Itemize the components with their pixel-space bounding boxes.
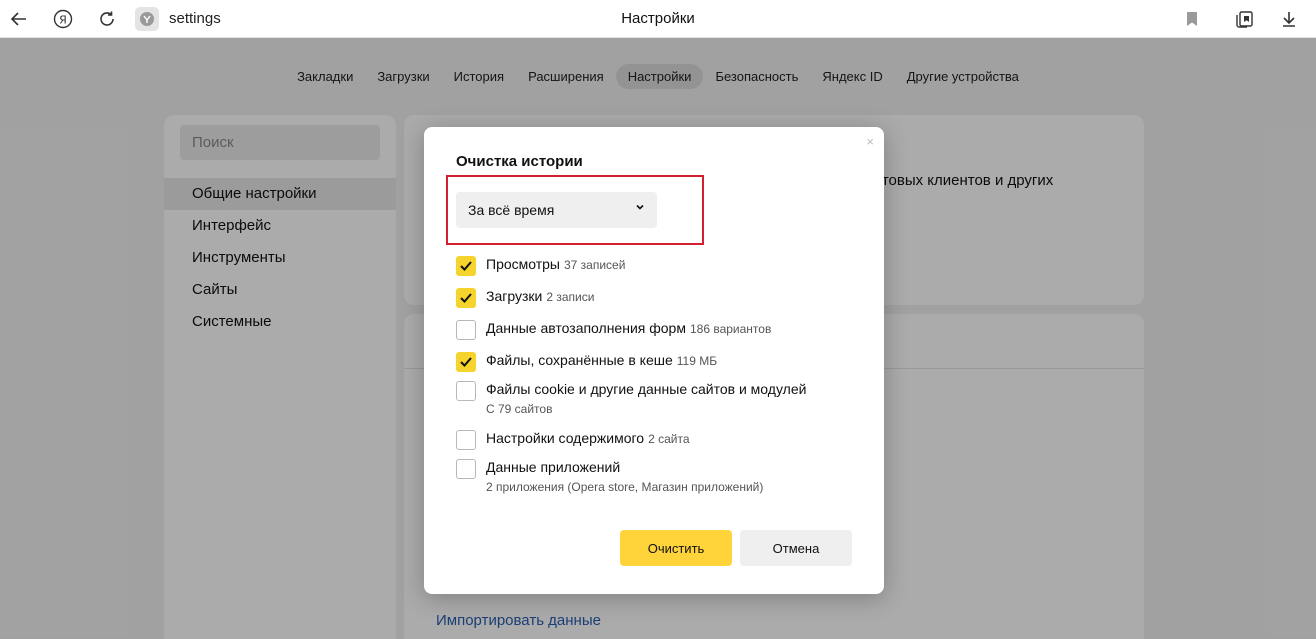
checkbox-cookies[interactable] <box>456 381 476 401</box>
yandex-logo-icon[interactable]: Я <box>49 5 77 33</box>
clear-button[interactable]: Очистить <box>620 530 732 566</box>
svg-text:Я: Я <box>59 14 67 27</box>
option-label: Данные приложений <box>486 459 621 475</box>
option-content-settings[interactable]: Настройки содержимого 2 сайта <box>456 430 690 450</box>
option-label: Файлы cookie и другие данные сайтов и мо… <box>486 381 807 397</box>
option-label: Настройки содержимого <box>486 430 645 446</box>
collections-icon[interactable] <box>1231 5 1259 33</box>
site-identity-icon[interactable] <box>135 7 159 31</box>
option-label: Просмотры <box>486 256 560 272</box>
address-bar-text[interactable]: settings <box>169 10 221 27</box>
browser-toolbar: Я settings Настройки <box>0 0 1316 38</box>
option-count: 186 вариантов <box>689 322 772 336</box>
option-label: Данные автозаполнения форм <box>486 320 686 336</box>
downloads-icon[interactable] <box>1275 5 1303 33</box>
period-select-value: За всё время <box>468 202 555 218</box>
option-subtext: С 79 сайтов <box>486 402 553 416</box>
reload-icon[interactable] <box>93 5 121 33</box>
bookmark-icon[interactable] <box>1178 5 1206 33</box>
period-select[interactable]: За всё время <box>456 192 657 228</box>
option-count: 37 записей <box>564 258 626 272</box>
clear-history-dialog: × Очистка истории За всё время Просмотры… <box>424 127 884 594</box>
back-arrow-icon[interactable] <box>5 5 33 33</box>
option-cookies[interactable]: Файлы cookie и другие данные сайтов и мо… <box>456 381 806 416</box>
option-count: 119 МБ <box>676 354 718 368</box>
option-app-data[interactable]: Данные приложений 2 приложения (Opera st… <box>456 459 763 494</box>
chevron-down-icon <box>635 201 645 215</box>
close-icon[interactable]: × <box>866 134 874 149</box>
option-label: Файлы, сохранённые в кеше <box>486 352 673 368</box>
option-cache[interactable]: Файлы, сохранённые в кеше 119 МБ <box>456 352 717 372</box>
checkbox-app-data[interactable] <box>456 459 476 479</box>
option-downloads[interactable]: Загрузки 2 записи <box>456 288 594 308</box>
option-count: 2 записи <box>546 290 595 304</box>
dialog-title: Очистка истории <box>456 153 583 170</box>
checkbox-downloads[interactable] <box>456 288 476 308</box>
option-browsing-history[interactable]: Просмотры 37 записей <box>456 256 625 276</box>
cancel-button[interactable]: Отмена <box>740 530 852 566</box>
option-subtext: 2 приложения (Opera store, Магазин прило… <box>486 480 764 494</box>
checkbox-cache[interactable] <box>456 352 476 372</box>
checkbox-browsing-history[interactable] <box>456 256 476 276</box>
option-label: Загрузки <box>486 288 543 304</box>
checkbox-content-settings[interactable] <box>456 430 476 450</box>
checkbox-autofill[interactable] <box>456 320 476 340</box>
option-count: 2 сайта <box>648 432 690 446</box>
option-autofill[interactable]: Данные автозаполнения форм 186 вариантов <box>456 320 771 340</box>
